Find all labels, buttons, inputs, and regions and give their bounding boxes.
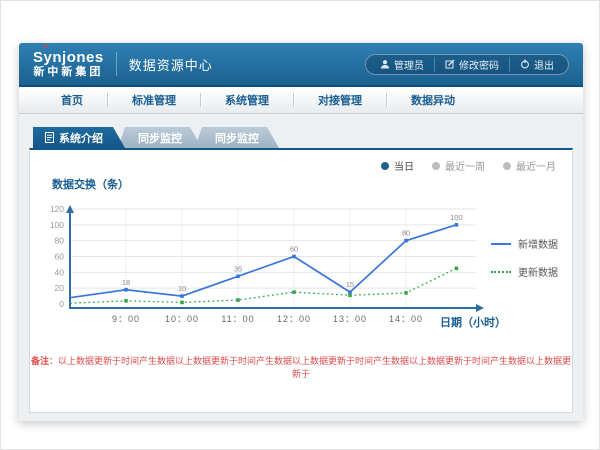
chart-panel: 当日 最近一周 最近一月 数据交换（条） 0 20 40 60 80 100 120 9：00… xyxy=(29,148,573,413)
user-toolbar: 管理员 修改密码 退出 xyxy=(365,54,569,75)
logout-label: 退出 xyxy=(534,57,554,72)
svg-text:80: 80 xyxy=(402,229,410,238)
y-axis-title: 数据交换（条） xyxy=(52,176,129,192)
dotted-line-swatch-icon xyxy=(491,271,511,273)
svg-text:14：00: 14：00 xyxy=(389,314,423,324)
nav-item-home[interactable]: 首页 xyxy=(37,87,107,113)
svg-text:60: 60 xyxy=(55,252,65,262)
logo-subtitle: 新中新集团 xyxy=(33,67,103,78)
logo-star-icon: ✶ xyxy=(43,43,50,51)
content-area: 系统介绍 同步监控 同步监控 当日 最近一周 xyxy=(19,114,583,421)
range-option-today[interactable]: 当日 xyxy=(381,158,414,173)
legend-item-updated-data[interactable]: 更新数据 xyxy=(491,264,558,279)
chart-legend: 新增数据 更新数据 xyxy=(491,236,558,279)
app-window: Sy✶njones 新中新集团 数据资源中心 管理员 修改密码 xyxy=(19,43,583,421)
document-icon xyxy=(45,132,54,143)
svg-text:9：00: 9：00 xyxy=(112,314,140,324)
change-password-button[interactable]: 修改密码 xyxy=(434,57,509,72)
legend-label: 更新数据 xyxy=(518,264,558,279)
nav-item-standard-mgmt[interactable]: 标准管理 xyxy=(108,87,200,113)
user-icon xyxy=(380,59,390,69)
app-title: 数据资源中心 xyxy=(129,55,213,74)
user-button[interactable]: 管理员 xyxy=(370,57,434,72)
svg-text:15: 15 xyxy=(346,280,354,289)
svg-text:35: 35 xyxy=(234,264,242,273)
time-range-selector: 当日 最近一周 最近一月 xyxy=(381,158,556,173)
svg-text:0: 0 xyxy=(59,299,64,309)
tab-sync-monitor-2[interactable]: 同步监控 xyxy=(195,127,279,148)
svg-text:12：00: 12：00 xyxy=(277,314,311,324)
nav-item-data-change[interactable]: 数据异动 xyxy=(387,87,479,113)
user-label: 管理员 xyxy=(394,57,424,72)
nav-item-interface-mgmt[interactable]: 对接管理 xyxy=(294,87,386,113)
radio-unselected-icon xyxy=(432,162,440,170)
range-label: 最近一周 xyxy=(445,158,485,173)
range-option-last-week[interactable]: 最近一周 xyxy=(432,158,485,173)
tab-bar: 系统介绍 同步监控 同步监控 xyxy=(33,127,279,148)
svg-text:13：00: 13：00 xyxy=(333,314,367,324)
radio-selected-icon xyxy=(381,162,389,170)
tab-label: 系统介绍 xyxy=(59,130,103,146)
logo-wordmark: Sy✶njones xyxy=(33,50,104,65)
tab-label: 同步监控 xyxy=(138,130,182,146)
svg-text:10: 10 xyxy=(178,284,186,293)
nav-item-system-mgmt[interactable]: 系统管理 xyxy=(201,87,293,113)
legend-item-new-data[interactable]: 新增数据 xyxy=(491,236,558,251)
svg-text:120: 120 xyxy=(50,204,64,214)
footnote: 备注：以上数据更新于时间产生数据以上数据更新于时间产生数据以上数据更新于时间产生… xyxy=(30,354,572,380)
tab-system-intro[interactable]: 系统介绍 xyxy=(33,127,125,148)
range-label: 最近一月 xyxy=(516,158,556,173)
solid-line-swatch-icon xyxy=(491,243,511,245)
x-axis-title: 日期（小时） xyxy=(440,314,506,330)
svg-text:40: 40 xyxy=(55,267,65,277)
tab-sync-monitor-1[interactable]: 同步监控 xyxy=(118,127,202,148)
company-logo: Sy✶njones 新中新集团 xyxy=(33,50,104,78)
screen: Sy✶njones 新中新集团 数据资源中心 管理员 修改密码 xyxy=(0,0,600,450)
legend-label: 新增数据 xyxy=(518,236,558,251)
range-option-last-month[interactable]: 最近一月 xyxy=(503,158,556,173)
svg-text:11：00: 11：00 xyxy=(221,314,254,324)
svg-text:20: 20 xyxy=(55,283,65,293)
header-divider xyxy=(116,52,117,76)
svg-text:60: 60 xyxy=(290,245,298,254)
svg-text:100: 100 xyxy=(50,220,64,230)
change-password-label: 修改密码 xyxy=(459,57,499,72)
main-nav: 首页 标准管理 系统管理 对接管理 数据异动 xyxy=(19,85,583,114)
svg-text:100: 100 xyxy=(450,213,463,222)
svg-text:80: 80 xyxy=(55,236,65,246)
svg-text:18: 18 xyxy=(122,278,130,287)
radio-unselected-icon xyxy=(503,162,511,170)
svg-text:10：00: 10：00 xyxy=(165,314,199,324)
tab-label: 同步监控 xyxy=(215,130,259,146)
app-header: Sy✶njones 新中新集团 数据资源中心 管理员 修改密码 xyxy=(19,43,583,85)
range-label: 当日 xyxy=(394,158,414,173)
power-icon xyxy=(520,59,530,69)
logout-button[interactable]: 退出 xyxy=(509,57,564,72)
edit-icon xyxy=(445,59,455,69)
